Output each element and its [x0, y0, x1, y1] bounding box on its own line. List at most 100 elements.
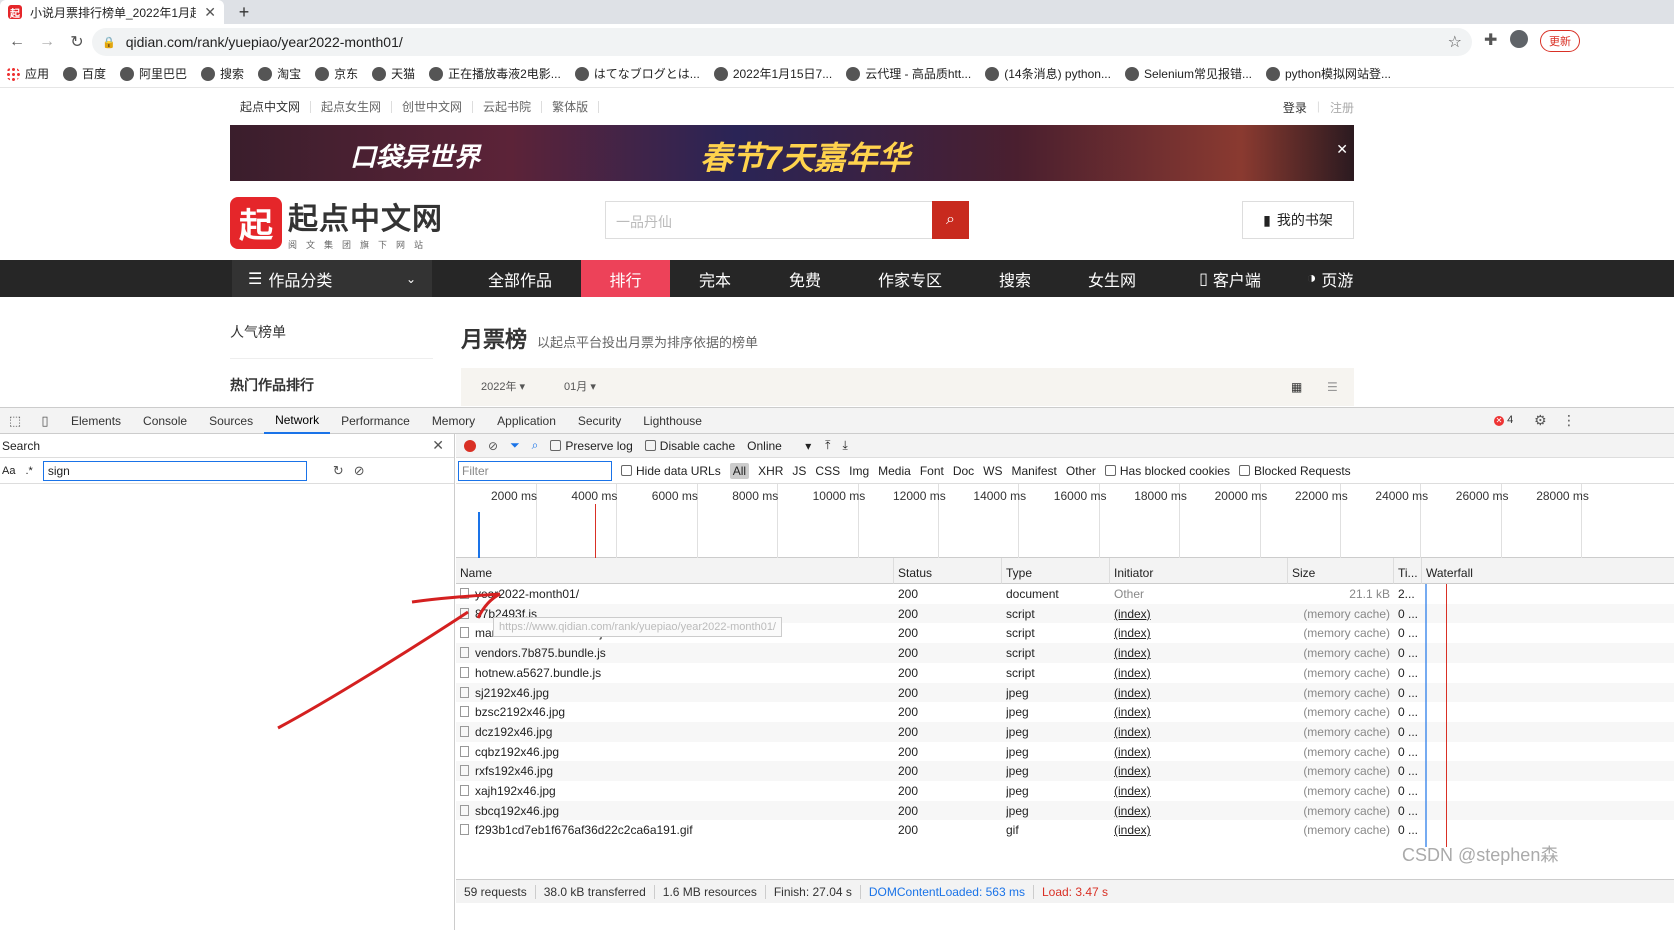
- request-initiator[interactable]: (index): [1114, 646, 1151, 660]
- register-link[interactable]: 注册: [1330, 99, 1354, 116]
- request-initiator[interactable]: (index): [1114, 804, 1151, 818]
- promo-banner[interactable]: 口袋异世界 春节7天嘉年华 ✕: [230, 125, 1354, 181]
- clear-icon[interactable]: ⊘: [354, 463, 365, 479]
- year-select[interactable]: 2022年 ▾: [481, 378, 525, 394]
- throttle-select[interactable]: Online ▾: [747, 439, 813, 453]
- bookmark-item[interactable]: 淘宝: [258, 65, 301, 82]
- login-link[interactable]: 登录: [1283, 99, 1307, 116]
- bookmark-item[interactable]: (14条消息) python...: [985, 65, 1111, 82]
- bookmark-item[interactable]: 百度: [63, 65, 106, 82]
- bookmark-item[interactable]: Selenium常见报错...: [1124, 65, 1252, 82]
- tab-sources[interactable]: Sources: [198, 408, 264, 434]
- match-case-toggle[interactable]: Aa: [2, 465, 15, 477]
- new-tab-button[interactable]: +: [232, 0, 256, 24]
- type-filter-ws[interactable]: WS: [983, 464, 1002, 478]
- col-status[interactable]: Status: [894, 558, 1002, 584]
- grid-view-icon[interactable]: ▦: [1291, 380, 1302, 394]
- update-button[interactable]: 更新: [1540, 30, 1580, 52]
- request-initiator[interactable]: (index): [1114, 607, 1151, 621]
- close-icon[interactable]: ✕: [432, 437, 444, 454]
- hide-data-urls-checkbox[interactable]: Hide data URLs: [621, 464, 721, 478]
- filter-funnel-icon[interactable]: ⏷: [510, 438, 520, 453]
- disable-cache-checkbox[interactable]: Disable cache: [644, 439, 735, 453]
- banner-close-icon[interactable]: ✕: [1336, 141, 1348, 158]
- tab-memory[interactable]: Memory: [421, 408, 486, 434]
- bookmark-item[interactable]: 2022年1月15日7...: [713, 65, 832, 82]
- blocked-requests-checkbox[interactable]: Blocked Requests: [1238, 464, 1351, 478]
- type-filter-font[interactable]: Font: [920, 464, 944, 478]
- type-filter-media[interactable]: Media: [878, 464, 911, 478]
- network-filter-input[interactable]: Filter: [458, 460, 612, 481]
- record-icon[interactable]: [464, 439, 476, 452]
- regex-toggle[interactable]: .*: [25, 465, 32, 477]
- type-filter-all[interactable]: All: [729, 462, 750, 479]
- forward-arrow-icon[interactable]: →: [34, 29, 60, 55]
- nav-client[interactable]: ▯ 客户端: [1180, 260, 1280, 297]
- bookmark-item[interactable]: 京东: [315, 65, 358, 82]
- bookmark-item[interactable]: 搜索: [201, 65, 244, 82]
- bookmark-item[interactable]: 天猫: [372, 65, 415, 82]
- tab-security[interactable]: Security: [567, 408, 632, 434]
- search-icon[interactable]: ⌕: [932, 201, 969, 239]
- col-name[interactable]: Name: [456, 558, 894, 584]
- col-type[interactable]: Type: [1002, 558, 1110, 584]
- nav-female[interactable]: 女生网: [1072, 260, 1152, 297]
- nav-author-zone[interactable]: 作家专区: [865, 260, 955, 297]
- request-initiator[interactable]: (index): [1114, 784, 1151, 798]
- topnav-qidian[interactable]: 起点中文网: [230, 101, 312, 113]
- col-initiator[interactable]: Initiator: [1110, 558, 1288, 584]
- inspect-element-icon[interactable]: ⬚: [0, 413, 30, 429]
- address-bar[interactable]: 🔒 qidian.com/rank/yuepiao/year2022-month…: [92, 28, 1472, 56]
- col-waterfall[interactable]: Waterfall: [1422, 558, 1674, 584]
- request-initiator[interactable]: (index): [1114, 745, 1151, 759]
- network-overview-timeline[interactable]: 2000 ms 4000 ms 6000 ms 8000 ms 10000 ms 1200…: [456, 484, 1674, 558]
- tab-application[interactable]: Application: [486, 408, 567, 434]
- topnav-female[interactable]: 起点女生网: [311, 101, 393, 113]
- nav-free[interactable]: 免费: [765, 260, 845, 297]
- more-vertical-icon[interactable]: ⋮: [1562, 412, 1576, 429]
- extensions-puzzle-icon[interactable]: ✚: [1484, 30, 1497, 50]
- gear-icon[interactable]: ⚙: [1534, 412, 1547, 429]
- search-icon[interactable]: ⌕: [532, 438, 539, 453]
- back-arrow-icon[interactable]: ←: [4, 29, 30, 55]
- topnav-chuangshi[interactable]: 创世中文网: [392, 101, 474, 113]
- col-size[interactable]: Size: [1288, 558, 1394, 584]
- request-initiator[interactable]: (index): [1114, 686, 1151, 700]
- device-toggle-icon[interactable]: ▯: [30, 413, 60, 429]
- tab-performance[interactable]: Performance: [330, 408, 421, 434]
- import-har-icon[interactable]: ⤒: [825, 438, 830, 453]
- site-search-input[interactable]: 一品丹仙: [605, 201, 933, 239]
- bookmark-item[interactable]: python模拟网站登...: [1265, 65, 1391, 82]
- devtools-search-input[interactable]: sign: [42, 460, 307, 481]
- bookmark-item[interactable]: 云代理 - 高品质htt...: [846, 65, 971, 82]
- bookmark-item[interactable]: 阿里巴巴: [120, 65, 187, 82]
- type-filter-xhr[interactable]: XHR: [758, 464, 783, 478]
- request-initiator[interactable]: (index): [1114, 705, 1151, 719]
- type-filter-doc[interactable]: Doc: [953, 464, 974, 478]
- type-filter-other[interactable]: Other: [1066, 464, 1096, 478]
- tab-console[interactable]: Console: [132, 408, 198, 434]
- bookmark-star-icon[interactable]: ☆: [1448, 32, 1462, 52]
- bookmark-item[interactable]: 正在播放毒液2电影...: [429, 65, 561, 82]
- close-tab-icon[interactable]: ✕: [204, 4, 216, 21]
- sidebar-hot-heading[interactable]: 热门作品排行: [230, 359, 433, 411]
- nav-rank[interactable]: 排行: [581, 260, 670, 297]
- tab-lighthouse[interactable]: Lighthouse: [632, 408, 713, 434]
- nav-finished[interactable]: 完本: [675, 260, 755, 297]
- error-count-badge[interactable]: ✕ 4: [1494, 414, 1513, 426]
- type-filter-css[interactable]: CSS: [815, 464, 840, 478]
- account-avatar-icon[interactable]: [1510, 30, 1528, 48]
- request-initiator[interactable]: (index): [1114, 823, 1151, 837]
- topnav-yunqi[interactable]: 云起书院: [473, 101, 543, 113]
- nav-all-works[interactable]: 全部作品: [470, 260, 570, 297]
- lock-icon[interactable]: 🔒: [102, 36, 116, 49]
- has-blocked-cookies-checkbox[interactable]: Has blocked cookies: [1104, 464, 1230, 478]
- site-logo[interactable]: 起 起点中文网 阅文集团旗下网站: [230, 194, 443, 251]
- request-initiator[interactable]: (index): [1114, 626, 1151, 640]
- request-initiator[interactable]: (index): [1114, 725, 1151, 739]
- topnav-traditional[interactable]: 繁体版: [542, 101, 600, 113]
- month-select[interactable]: 01月 ▾: [564, 378, 596, 394]
- tab-network[interactable]: Network: [264, 408, 331, 434]
- request-initiator[interactable]: Other: [1114, 587, 1144, 601]
- bookmark-item[interactable]: はてなブログとは...: [574, 65, 700, 82]
